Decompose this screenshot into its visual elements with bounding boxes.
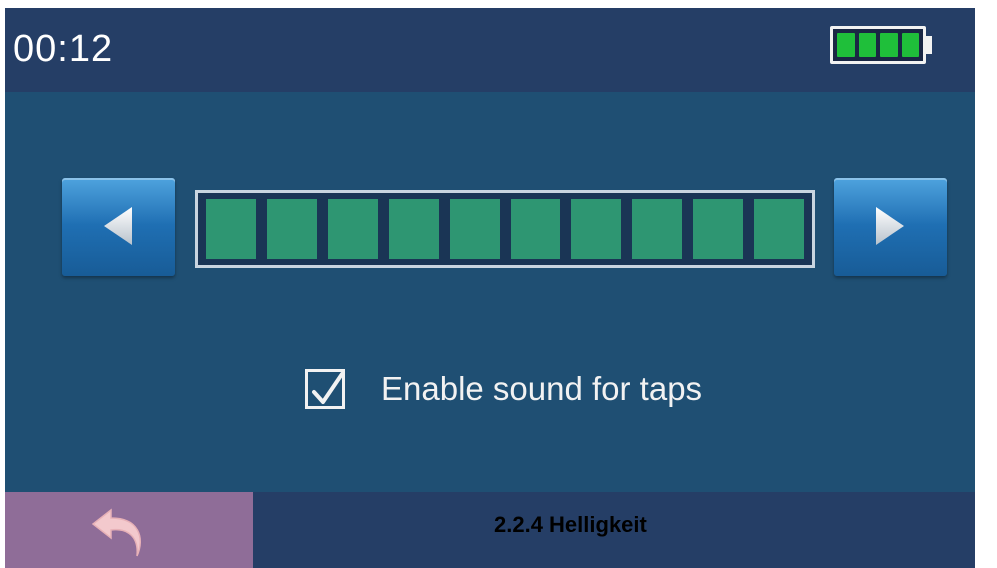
battery-body bbox=[830, 26, 926, 64]
sound-checkbox[interactable] bbox=[305, 369, 345, 409]
status-bar: 00:12 bbox=[5, 8, 975, 92]
brightness-segment bbox=[449, 199, 500, 259]
brightness-segment bbox=[632, 199, 683, 259]
back-arrow-icon bbox=[91, 508, 141, 557]
back-button[interactable] bbox=[5, 492, 253, 568]
brightness-segment bbox=[571, 199, 622, 259]
clock: 00:12 bbox=[13, 28, 114, 70]
brightness-segment bbox=[510, 199, 561, 259]
sound-option: Enable sound for taps bbox=[305, 364, 702, 414]
arrow-right-icon bbox=[876, 207, 904, 245]
brightness-segment bbox=[754, 199, 805, 259]
battery-tip bbox=[926, 36, 932, 54]
checkmark-icon bbox=[312, 372, 344, 404]
sound-label: Enable sound for taps bbox=[381, 370, 703, 407]
battery-full-icon bbox=[830, 26, 932, 70]
arrow-left-icon bbox=[104, 207, 132, 245]
increase-brightness-button[interactable] bbox=[834, 178, 947, 276]
device-screen: 00:12 Enable sound for taps bbox=[5, 8, 975, 568]
brightness-slider bbox=[5, 178, 975, 278]
decrease-brightness-button[interactable] bbox=[62, 178, 175, 276]
battery-cell bbox=[837, 33, 855, 57]
brightness-segment bbox=[327, 199, 378, 259]
brightness-track[interactable] bbox=[195, 190, 815, 268]
bottom-bar bbox=[5, 492, 975, 568]
brightness-segment bbox=[388, 199, 439, 259]
battery-cell bbox=[880, 33, 898, 57]
caption: 2.2.4 Helligkeit bbox=[494, 512, 647, 537]
battery-cell bbox=[858, 33, 876, 57]
brightness-segment bbox=[206, 199, 256, 259]
brightness-segment bbox=[266, 199, 317, 259]
brightness-segment bbox=[693, 199, 744, 259]
battery-cell bbox=[901, 33, 919, 57]
